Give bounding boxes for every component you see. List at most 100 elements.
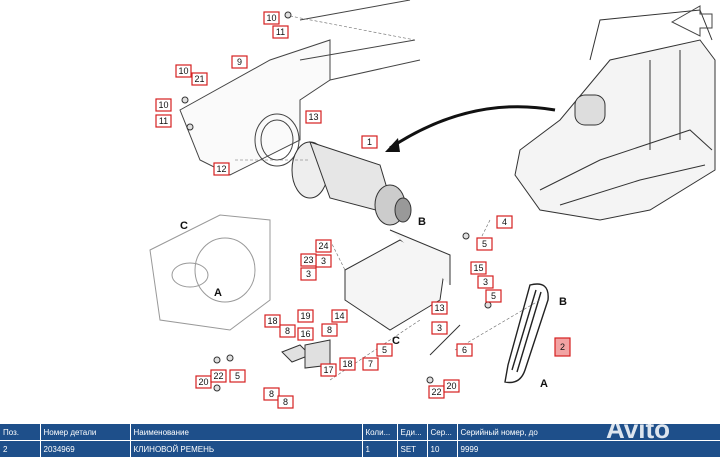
svg-text:19: 19 (300, 311, 310, 321)
callout-7[interactable]: 7 (362, 357, 379, 371)
svg-text:2: 2 (560, 342, 565, 352)
svg-text:14: 14 (334, 311, 344, 321)
svg-text:24: 24 (318, 241, 328, 251)
callout-8-lower[interactable]: 8 (263, 387, 280, 401)
header-unit[interactable]: Еди... (397, 424, 428, 441)
arrow-head (385, 138, 400, 152)
callout-11-left[interactable]: 11 (155, 114, 172, 128)
callout-5-right[interactable]: 5 (485, 289, 502, 303)
header-serial-to[interactable]: Серийный номер, до (457, 424, 720, 441)
svg-text:15: 15 (473, 263, 483, 273)
svg-text:20: 20 (446, 381, 456, 391)
cell-pos: 2 (0, 440, 41, 457)
corner-arrow-icon (670, 5, 713, 37)
header-series[interactable]: Сер... (427, 424, 458, 441)
callout-22-left[interactable]: 22 (210, 369, 227, 383)
callout-8-bottom[interactable]: 8 (277, 395, 294, 409)
callout-24[interactable]: 24 (315, 239, 332, 253)
callout-17[interactable]: 17 (320, 363, 337, 377)
callout-20-left[interactable]: 20 (195, 375, 212, 389)
header-name[interactable]: Наименование (130, 424, 363, 441)
svg-text:12: 12 (216, 164, 226, 174)
paver-machine-drawing (514, 9, 716, 221)
parts-table: Поз. Номер детали Наименование Коли... Е… (0, 424, 720, 457)
svg-text:8: 8 (283, 397, 288, 407)
callout-10-mid[interactable]: 10 (175, 64, 192, 78)
callout-10-top[interactable]: 10 (263, 11, 280, 25)
callout-6[interactable]: 6 (456, 343, 473, 357)
svg-text:3: 3 (437, 323, 442, 333)
callout-3-b[interactable]: 3 (300, 267, 317, 281)
callout-2-highlighted[interactable]: 2 (554, 337, 571, 357)
v-belt-drawing (504, 283, 549, 384)
svg-text:3: 3 (483, 277, 488, 287)
svg-text:8: 8 (327, 325, 332, 335)
svg-text:13: 13 (434, 303, 444, 313)
svg-text:9: 9 (237, 57, 242, 67)
svg-text:23: 23 (303, 255, 313, 265)
view-letter-b-motor: B (418, 216, 426, 228)
parts-exploded-diagram: 10 11 9 10 21 10 11 13 12 1 4 5 24 3 23 … (149, 0, 716, 409)
svg-text:5: 5 (491, 291, 496, 301)
header-part-number[interactable]: Номер детали (40, 424, 131, 441)
callout-5-top[interactable]: 5 (476, 237, 493, 251)
svg-text:18: 18 (342, 359, 352, 369)
header-pos[interactable]: Поз. (0, 424, 41, 441)
svg-text:18: 18 (267, 316, 277, 326)
callout-5-mid[interactable]: 5 (376, 343, 393, 357)
callout-3-right-b[interactable]: 3 (431, 321, 448, 335)
view-letter-a-belt: A (540, 378, 548, 390)
callout-4-top[interactable]: 4 (496, 215, 513, 229)
svg-text:5: 5 (235, 371, 240, 381)
callout-8-mid[interactable]: 8 (321, 323, 338, 337)
cell-name: КЛИНОВОЙ РЕМЕНЬ (130, 440, 363, 457)
callout-21[interactable]: 21 (191, 72, 208, 86)
svg-text:16: 16 (300, 329, 310, 339)
callout-9[interactable]: 9 (231, 55, 248, 69)
callout-20-right[interactable]: 20 (443, 379, 460, 393)
callout-10-left[interactable]: 10 (155, 98, 172, 112)
svg-text:13: 13 (308, 112, 318, 122)
callout-1[interactable]: 1 (361, 135, 378, 149)
callout-12[interactable]: 12 (213, 162, 230, 176)
view-letter-c-mount: C (392, 335, 400, 347)
cell-part-number: 2034969 (40, 440, 131, 457)
svg-text:21: 21 (194, 74, 204, 84)
motor-drawing (291, 141, 412, 226)
svg-text:10: 10 (266, 13, 276, 23)
view-letter-b-belt: B (559, 296, 567, 308)
svg-text:10: 10 (158, 100, 168, 110)
callout-16[interactable]: 16 (297, 327, 314, 341)
callout-18-left[interactable]: 18 (264, 314, 281, 328)
callout-3-right[interactable]: 3 (477, 275, 494, 289)
svg-text:20: 20 (198, 377, 208, 387)
mount-bracket-drawing (344, 229, 451, 331)
callout-18-mid[interactable]: 18 (339, 357, 356, 371)
callout-15-right[interactable]: 15 (470, 261, 487, 275)
svg-text:7: 7 (368, 359, 373, 369)
table-header-row: Поз. Номер детали Наименование Коли... Е… (0, 424, 720, 441)
view-letter-a-left: A (214, 287, 222, 299)
table-row[interactable]: 2 2034969 КЛИНОВОЙ РЕМЕНЬ 1 SET 10 9999 (0, 440, 720, 457)
header-quantity[interactable]: Коли... (362, 424, 398, 441)
pump-housing-drawing (149, 214, 271, 331)
callout-22-right[interactable]: 22 (428, 385, 445, 399)
svg-text:5: 5 (382, 345, 387, 355)
svg-text:6: 6 (462, 345, 467, 355)
callout-19[interactable]: 19 (297, 309, 314, 323)
svg-text:3: 3 (306, 269, 311, 279)
svg-text:3: 3 (321, 256, 326, 266)
svg-text:22: 22 (431, 387, 441, 397)
callout-8-left[interactable]: 8 (279, 324, 296, 338)
view-letter-c-left: C (180, 220, 188, 232)
callout-23[interactable]: 23 (300, 253, 317, 267)
callout-3-a[interactable]: 3 (315, 254, 332, 268)
callout-14[interactable]: 14 (331, 309, 348, 323)
callout-13-right[interactable]: 13 (431, 301, 448, 315)
callout-13[interactable]: 13 (305, 110, 322, 124)
callout-11-top[interactable]: 11 (272, 25, 289, 39)
callout-5-left[interactable]: 5 (229, 369, 246, 383)
cell-series: 10 (427, 440, 458, 457)
cell-unit: SET (397, 440, 428, 457)
svg-text:8: 8 (269, 389, 274, 399)
